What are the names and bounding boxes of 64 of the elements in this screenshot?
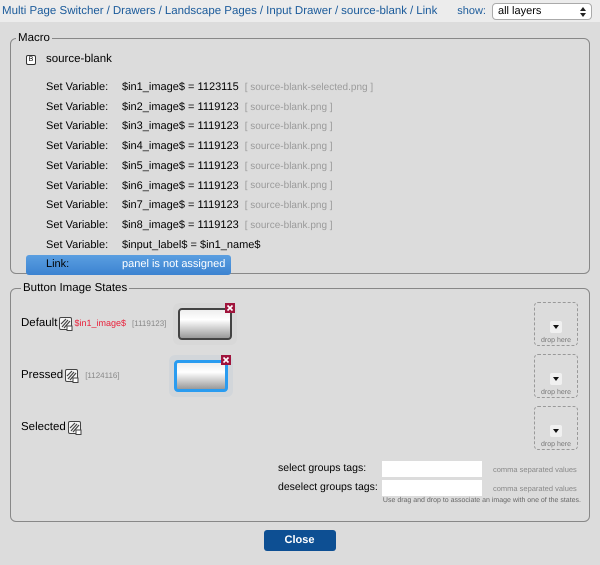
image-thumbnail[interactable] <box>169 354 233 397</box>
edit-image-icon[interactable] <box>65 368 80 383</box>
row-label: Set Variable: <box>46 119 110 134</box>
variable-value: $in5_image$ = 1119123 <box>122 158 240 174</box>
tags-input[interactable] <box>382 461 482 478</box>
variable-value: $in8_image$ = 1119123 <box>122 218 240 233</box>
row-label: Set Variable: <box>46 158 110 174</box>
file-name: [ source-blank.png ] <box>244 140 333 154</box>
select-arrows-icon <box>580 6 586 16</box>
breadcrumb-link[interactable]: Link <box>416 2 438 20</box>
breadcrumb-link[interactable]: Drawers <box>112 2 156 20</box>
file-name: [ source-blank.png ] <box>244 160 333 174</box>
image-id: [1119123] <box>132 318 166 330</box>
edit-image-icon[interactable] <box>68 420 82 435</box>
file-name: [ source-blank-selected.png ] <box>244 80 374 95</box>
link-row[interactable]: Link: panel is not assigned <box>26 254 232 275</box>
breadcrumb-separator: / <box>409 4 414 19</box>
remove-icon[interactable] <box>225 302 235 313</box>
close-button[interactable]: Close <box>264 530 336 551</box>
tags-input[interactable] <box>382 480 482 496</box>
variable-value: $in2_image$ = 1119123 <box>122 100 240 115</box>
edit-image-icon[interactable] <box>59 316 74 331</box>
remove-icon[interactable] <box>221 354 231 365</box>
breadcrumb-separator: / <box>106 4 111 19</box>
variable-value: $in3_image$ = 1119123 <box>122 119 240 134</box>
macro-name: source-blank <box>46 52 112 68</box>
row-label: Set Variable: <box>46 139 110 154</box>
image-thumbnail[interactable] <box>173 302 237 345</box>
file-name: [ source-blank.png ] <box>244 198 333 213</box>
row-label: Set Variable: <box>46 80 110 96</box>
variable-value: $in4_image$ = 1119123 <box>122 139 240 154</box>
row-label: Set Variable: <box>46 198 110 214</box>
state-label: Selected <box>21 420 66 436</box>
breadcrumb-link[interactable]: Landscape Pages <box>164 2 257 20</box>
variable-value: $in7_image$ = 1119123 <box>122 198 240 214</box>
breadcrumb-link[interactable]: source-blank <box>341 2 408 20</box>
panel-title: Button Image States <box>22 281 128 296</box>
state-variable: $in1_image$ <box>74 317 126 330</box>
breadcrumb-link[interactable]: Input Drawer <box>266 2 332 20</box>
variable-value: $in1_image$ = 1123115 <box>122 80 240 96</box>
breadcrumb-separator: / <box>158 4 163 19</box>
file-name: [ source-blank.png ] <box>244 100 333 115</box>
file-name: [ source-blank.png ] <box>244 179 333 194</box>
breadcrumb-link[interactable]: Multi Page Switcher <box>2 2 104 20</box>
file-name: [ source-blank.png ] <box>244 218 333 233</box>
show-label: show: <box>457 4 486 20</box>
row-label: Set Variable: <box>46 178 110 194</box>
image-id: [1124116] <box>85 370 120 382</box>
field-label: deselect groups tags: <box>278 480 379 496</box>
row-label: Set Variable: <box>46 238 110 253</box>
row-label: Set Variable: <box>46 100 110 115</box>
variable-value: $input_label$ = $in1_name$ <box>122 238 262 253</box>
link-value: panel is not assigned <box>122 257 226 272</box>
row-label: Set Variable: <box>46 218 110 233</box>
state-label: Default <box>21 316 58 332</box>
breadcrumb-separator: / <box>334 4 340 19</box>
breadcrumb-separator: / <box>258 4 264 19</box>
file-name: [ source-blank.png ] <box>244 120 333 134</box>
variable-value: $in6_image$ = 1119123 <box>122 178 240 194</box>
panel-title: Macro <box>17 31 51 46</box>
state-label: Pressed <box>21 368 64 384</box>
field-label: select groups tags: <box>278 461 368 476</box>
row-label: Link: <box>46 257 70 272</box>
layer-select[interactable]: all layers <box>492 3 592 20</box>
